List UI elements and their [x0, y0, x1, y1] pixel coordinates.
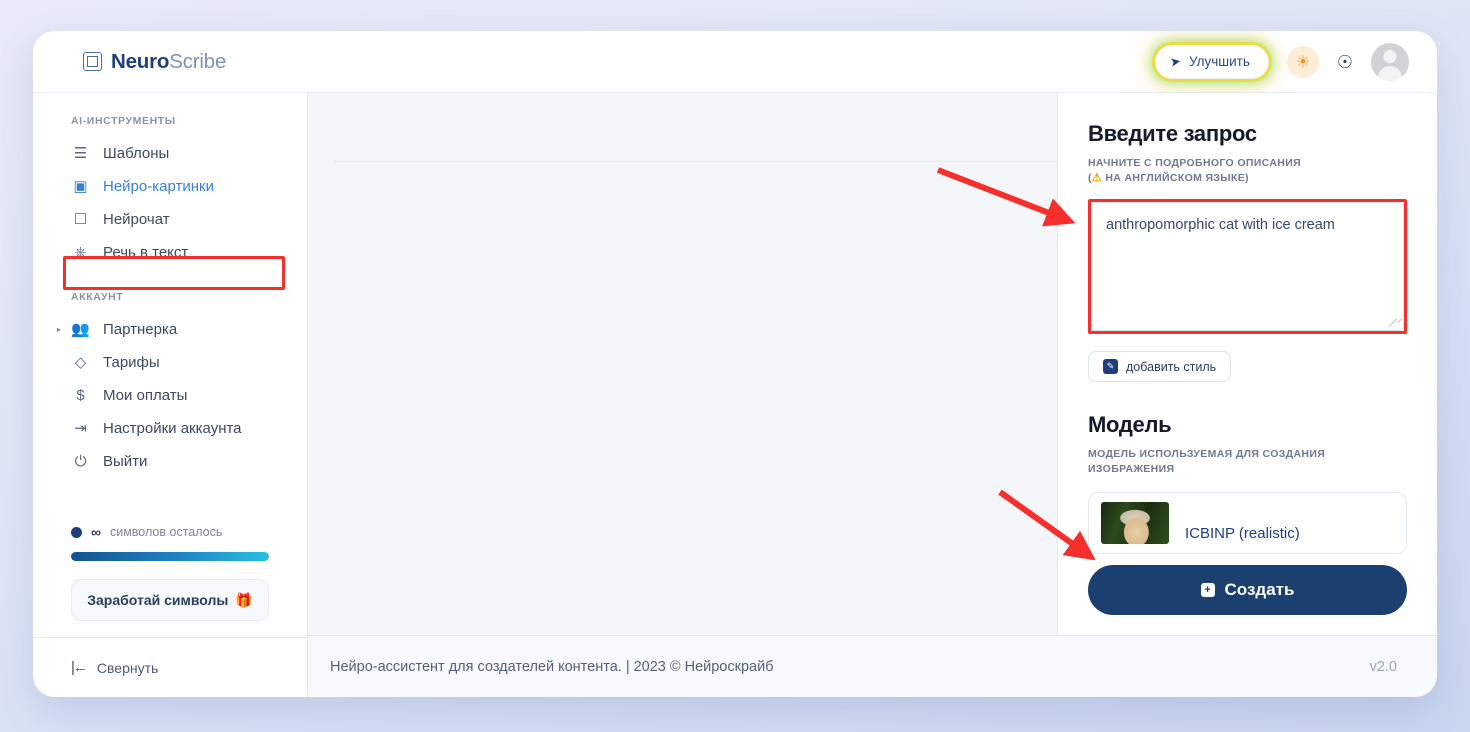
- sidebar-item-speech-to-text[interactable]: ⎈ Речь в текст: [33, 236, 307, 269]
- footer-version: v2.0: [1369, 658, 1397, 675]
- prompt-panel: Введите запрос НАЧНИТЕ С ПОДРОБНОГО ОПИС…: [1057, 93, 1437, 635]
- sidebar-item-logout[interactable]: ⏻ Выйти: [33, 445, 307, 478]
- quota-progress-bar: [71, 552, 269, 561]
- main-wrap: Введите запрос НАЧНИТЕ С ПОДРОБНОГО ОПИС…: [308, 93, 1437, 697]
- sidebar-item-label: Настройки аккаунта: [103, 420, 242, 437]
- sidebar-item-payments[interactable]: $ Мои оплаты: [33, 379, 307, 412]
- brand-name: NeuroScribe: [111, 50, 226, 74]
- sidebar-item-plans[interactable]: ◇ Тарифы: [33, 346, 307, 379]
- model-select-card[interactable]: ICBINP (realistic): [1088, 491, 1407, 554]
- add-style-label: добавить стиль: [1126, 359, 1217, 374]
- quota-symbol: ∞: [91, 524, 101, 540]
- sidebar-footer: ∞ символов осталось Заработай символы 🎁 …: [33, 524, 307, 697]
- sidebar-item-label: Нейро-картинки: [103, 178, 214, 195]
- theme-toggle-button[interactable]: ☀: [1286, 45, 1319, 78]
- sidebar-item-label: Речь в текст: [103, 244, 189, 261]
- users-icon: 👥: [71, 321, 90, 338]
- sidebar-group-title-tools: AI-ИНСТРУМЕНТЫ: [71, 115, 176, 127]
- earn-symbols-button[interactable]: Заработай символы 🎁: [71, 579, 269, 621]
- prompt-heading: Введите запрос: [1088, 121, 1257, 146]
- image-results-canvas: [308, 93, 1057, 635]
- power-icon: ⏻: [74, 453, 87, 470]
- dollar-icon: $: [76, 387, 85, 404]
- model-heading: Модель: [1088, 412, 1172, 438]
- collapse-label: Свернуть: [96, 659, 159, 676]
- logout-bracket-icon: ⇥: [74, 420, 87, 437]
- rocket-icon: ➤: [1168, 52, 1183, 70]
- chevron-right-icon: ▸: [57, 325, 62, 334]
- sidebar-item-templates[interactable]: ☰ Шаблоны: [33, 137, 307, 170]
- tag-icon: ◇: [74, 354, 87, 371]
- sidebar-item-label: Шаблоны: [103, 145, 170, 162]
- brand-name-light: Scribe: [169, 49, 227, 73]
- model-name-label: ICBINP (realistic): [1185, 525, 1300, 543]
- app-body: AI-ИНСТРУМЕНТЫ ☰ Шаблоны ▣ Нейро-картинк…: [33, 93, 1437, 697]
- improve-button-label: Улучшить: [1188, 54, 1250, 69]
- earn-symbols-label: Заработай символы: [87, 592, 229, 608]
- model-preview-thumbnail: [1101, 501, 1169, 544]
- quota-label: символов осталось: [109, 525, 223, 539]
- annotation-highlight-box-prompt: [1088, 199, 1407, 335]
- sun-icon: ☀: [1295, 53, 1311, 71]
- prompt-subtitle-line2: НА АНГЛИЙСКОМ ЯЗЫКЕ): [1105, 172, 1249, 185]
- improve-button[interactable]: ➤ Улучшить: [1155, 44, 1269, 79]
- prompt-subtitle: НАЧНИТЕ С ПОДРОБНОГО ОПИСАНИЯ (⚠ НА АНГЛ…: [1088, 156, 1407, 187]
- main-row: Введите запрос НАЧНИТЕ С ПОДРОБНОГО ОПИС…: [308, 93, 1437, 635]
- sidebar-item-label: Тарифы: [103, 354, 160, 371]
- collapse-left-icon: |←: [71, 659, 88, 676]
- quota-row: ∞ символов осталось: [33, 524, 307, 540]
- gift-icon: 🎁: [235, 591, 253, 608]
- layers-icon: ☰: [73, 145, 88, 162]
- prompt-subtitle-line1: НАЧНИТЕ С ПОДРОБНОГО ОПИСАНИЯ: [1088, 157, 1301, 169]
- sidebar-item-label: Мои оплаты: [103, 387, 188, 404]
- footer: Нейро-ассистент для создателей контента.…: [308, 635, 1437, 697]
- chat-bubble-icon: ☐: [73, 211, 88, 228]
- sidebar-item-label: Партнерка: [103, 321, 178, 338]
- model-subtitle: МОДЕЛЬ ИСПОЛЬЗУЕМАЯ ДЛЯ СОЗДАНИЯ ИЗОБРАЖ…: [1088, 448, 1326, 476]
- create-button[interactable]: + Создать: [1088, 565, 1407, 615]
- brand-logo[interactable]: NeuroScribe: [83, 50, 226, 74]
- footer-text: Нейро-ассистент для создателей контента.…: [330, 658, 774, 675]
- pencil-square-icon: ✎: [1103, 359, 1118, 375]
- sidebar-group-title-account: АККАУНТ: [71, 291, 124, 303]
- canvas-divider: [334, 161, 1057, 162]
- create-button-label: Создать: [1224, 580, 1295, 599]
- sidebar-item-account-settings[interactable]: ⇥ Настройки аккаунта: [33, 412, 307, 445]
- nested-square-logo-icon: [83, 52, 102, 71]
- image-icon: ▣: [73, 178, 88, 195]
- add-style-button[interactable]: ✎ добавить стиль: [1088, 351, 1232, 383]
- brand-name-bold: Neuro: [111, 49, 170, 73]
- prompt-input[interactable]: [1091, 202, 1404, 332]
- headphones-icon: ⎈: [74, 244, 87, 261]
- bell-icon: ☉: [1336, 51, 1353, 72]
- top-bar-actions: ➤ Улучшить ☀ ☉: [1155, 42, 1409, 81]
- sidebar-item-partners[interactable]: ▸ 👥 Партнерка: [33, 313, 307, 346]
- avatar[interactable]: [1371, 42, 1409, 81]
- collapse-sidebar-button[interactable]: |← Свернуть: [33, 637, 307, 697]
- warning-triangle-icon: ⚠: [1091, 172, 1103, 185]
- plus-square-icon: +: [1200, 583, 1215, 597]
- sidebar-item-neuro-images[interactable]: ▣ Нейро-картинки: [33, 170, 307, 203]
- sidebar-item-label: Выйти: [103, 453, 148, 470]
- sidebar: AI-ИНСТРУМЕНТЫ ☰ Шаблоны ▣ Нейро-картинк…: [33, 93, 308, 697]
- sidebar-item-neuro-chat[interactable]: ☐ Нейрочат: [33, 203, 307, 236]
- top-bar: NeuroScribe ➤ Улучшить ☀ ☉: [33, 31, 1437, 93]
- app-window: NeuroScribe ➤ Улучшить ☀ ☉ AI-ИНСТРУМЕНТ…: [33, 31, 1437, 697]
- quota-dot-icon: [71, 526, 82, 538]
- sidebar-item-label: Нейрочат: [103, 211, 170, 228]
- notifications-button[interactable]: ☉: [1337, 53, 1353, 71]
